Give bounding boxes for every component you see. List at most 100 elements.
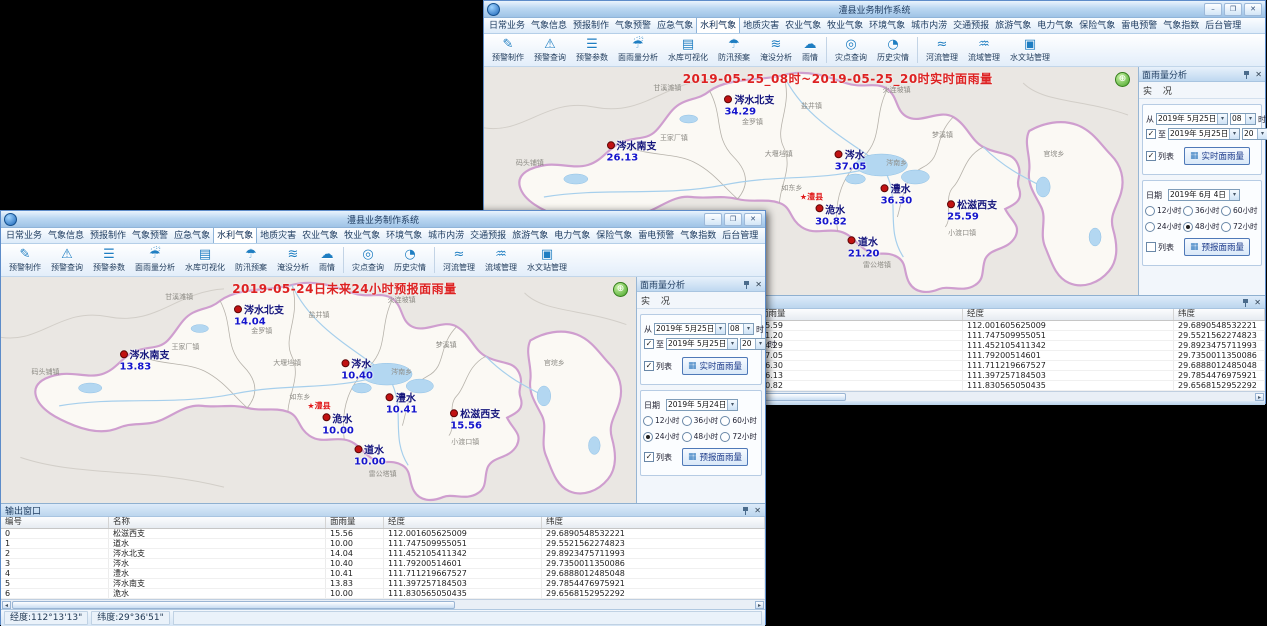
warning-query-button[interactable]: ⚠预警查询 [46, 247, 88, 273]
list-checkbox[interactable]: ✓ [644, 361, 654, 371]
list-checkbox[interactable]: ✓ [644, 452, 654, 462]
column-header[interactable]: 名称 [109, 517, 326, 528]
chevron-down-icon[interactable]: ▾ [727, 400, 737, 410]
table-row[interactable]: 3涔水10.40111.7920051460129.7350011350086 [1, 559, 765, 569]
duration-radio-0[interactable]: 12小时 [1145, 205, 1183, 216]
list-checkbox[interactable] [1146, 242, 1156, 252]
title-bar[interactable]: 澧县业务制作系统 – ❐ ✕ [1, 211, 765, 228]
panel-header[interactable]: 面雨量分析 ✕ [1139, 67, 1265, 82]
disaster-point-query-button[interactable]: ◎灾点查询 [830, 37, 872, 63]
warning-params-button[interactable]: ☰预警参数 [88, 247, 130, 273]
to-hour-combo[interactable]: 20▾ [740, 338, 766, 350]
duration-radio-0[interactable]: 12小时 [643, 415, 682, 426]
hydro-station-manage-button[interactable]: ▣水文站管理 [1005, 37, 1055, 63]
forecast-date-combo[interactable]: 2019年 6月 4日▾ [1168, 189, 1240, 201]
duration-radio-2[interactable]: 60小时 [1221, 205, 1259, 216]
rain-info-button[interactable]: ☁雨情 [797, 37, 823, 63]
reservoir-visual-button[interactable]: ▤水库可视化 [663, 37, 713, 63]
menu-tab-5[interactable]: 水利气象 [213, 228, 257, 243]
duration-radio-5[interactable]: 72小时 [1221, 221, 1259, 232]
warning-query-button[interactable]: ⚠预警查询 [529, 37, 571, 63]
chevron-down-icon[interactable]: ▾ [1229, 129, 1239, 139]
menu-tab-12[interactable]: 旅游气象 [509, 228, 551, 243]
output-close-icon[interactable]: ✕ [1254, 298, 1261, 307]
column-header[interactable]: 面雨量 [326, 517, 384, 528]
menu-tab-7[interactable]: 农业气象 [782, 18, 824, 33]
to-hour-combo[interactable]: 20▾ [1242, 128, 1267, 140]
realtime-rainfall-button[interactable]: ▦实时面雨量 [1184, 147, 1250, 165]
chevron-down-icon[interactable]: ▾ [1257, 129, 1267, 139]
warning-create-button[interactable]: ✎预警制作 [4, 247, 46, 273]
realtime-rainfall-button[interactable]: ▦实时面雨量 [682, 357, 748, 375]
map-canvas[interactable]: 2019-05-24日未来24小时预报面雨量 ⊕ 甘溪滩镇码头铺镇王家厂镇金罗镇… [1, 277, 637, 503]
pin-icon[interactable] [1242, 298, 1250, 307]
column-header[interactable]: 经度 [384, 517, 542, 528]
menu-tab-3[interactable]: 气象预警 [129, 228, 171, 243]
panel-close-icon[interactable]: ✕ [1255, 70, 1262, 79]
map-zoom-button[interactable]: ⊕ [613, 282, 628, 297]
menu-tab-8[interactable]: 牧业气象 [824, 18, 866, 33]
menu-tab-4[interactable]: 应急气象 [654, 18, 696, 33]
forecast-date-combo[interactable]: 2019年 5月24日▾ [666, 399, 738, 411]
menu-tab-2[interactable]: 预报制作 [87, 228, 129, 243]
menu-tab-17[interactable]: 后台管理 [1202, 18, 1244, 33]
river-manage-button[interactable]: ≈河流管理 [921, 37, 963, 63]
menu-tab-6[interactable]: 地质灾害 [257, 228, 299, 243]
menu-tab-15[interactable]: 雷电预警 [635, 228, 677, 243]
reservoir-visual-button[interactable]: ▤水库可视化 [180, 247, 230, 273]
table-row[interactable]: 0松滋西支15.56112.00160562500929.68905485322… [1, 529, 765, 539]
flood-plan-button[interactable]: ☂防汛预案 [230, 247, 272, 273]
from-date-combo[interactable]: 2019年 5月25日▾ [654, 323, 726, 335]
menu-tab-0[interactable]: 日常业务 [3, 228, 45, 243]
menu-tab-5[interactable]: 水利气象 [696, 18, 740, 33]
column-header[interactable]: 纬度 [542, 517, 765, 528]
disaster-point-query-button[interactable]: ◎灾点查询 [347, 247, 389, 273]
pin-icon[interactable] [743, 280, 751, 289]
warning-params-button[interactable]: ☰预警参数 [571, 37, 613, 63]
chevron-down-icon[interactable]: ▾ [727, 339, 737, 349]
menu-tab-17[interactable]: 后台管理 [719, 228, 761, 243]
panel-header[interactable]: 面雨量分析 ✕ [637, 277, 765, 292]
menu-tab-8[interactable]: 牧业气象 [341, 228, 383, 243]
pin-icon[interactable] [742, 506, 750, 515]
menu-tab-2[interactable]: 预报制作 [570, 18, 612, 33]
scroll-right-icon[interactable]: ▸ [1255, 393, 1264, 401]
close-button[interactable]: ✕ [744, 213, 762, 226]
forecast-rainfall-button[interactable]: ▦预报面雨量 [1184, 238, 1250, 256]
menu-tab-7[interactable]: 农业气象 [299, 228, 341, 243]
area-rainfall-analysis-button[interactable]: ☔面雨量分析 [130, 247, 180, 273]
output-header[interactable]: 输出窗口 ✕ [1, 504, 765, 517]
duration-radio-3[interactable]: 24小时 [643, 431, 682, 442]
duration-radio-2[interactable]: 60小时 [720, 415, 759, 426]
warning-create-button[interactable]: ✎预警制作 [487, 37, 529, 63]
river-manage-button[interactable]: ≈河流管理 [438, 247, 480, 273]
chevron-down-icon[interactable]: ▾ [1217, 114, 1227, 124]
column-header[interactable]: 经度 [963, 309, 1174, 320]
table-row[interactable]: 2涔水北支14.04111.45210541134229.89234757119… [1, 549, 765, 559]
flood-plan-button[interactable]: ☂防汛预案 [713, 37, 755, 63]
panel-close-icon[interactable]: ✕ [755, 280, 762, 289]
duration-radio-5[interactable]: 72小时 [720, 431, 759, 442]
menu-tab-12[interactable]: 旅游气象 [992, 18, 1034, 33]
to-checkbox[interactable]: ✓ [1146, 129, 1156, 139]
table-row[interactable]: 5涔水南支13.83111.39725718450329.78544769759… [1, 579, 765, 589]
table-row[interactable]: 1道水10.00111.74750995505129.5521562274823 [1, 539, 765, 549]
from-date-combo[interactable]: 2019年 5月25日▾ [1156, 113, 1228, 125]
menu-tab-9[interactable]: 环境气象 [866, 18, 908, 33]
output-close-icon[interactable]: ✕ [754, 506, 761, 515]
maximize-button[interactable]: ❐ [1224, 3, 1242, 16]
menu-tab-13[interactable]: 电力气象 [551, 228, 593, 243]
to-checkbox[interactable]: ✓ [644, 339, 654, 349]
minimize-button[interactable]: – [704, 213, 722, 226]
menu-tab-3[interactable]: 气象预警 [612, 18, 654, 33]
menu-tab-1[interactable]: 气象信息 [45, 228, 87, 243]
close-button[interactable]: ✕ [1244, 3, 1262, 16]
horizontal-scrollbar[interactable]: ◂ ▸ [1, 599, 765, 609]
menu-tab-6[interactable]: 地质灾害 [740, 18, 782, 33]
inundation-analysis-button[interactable]: ≋淹没分析 [272, 247, 314, 273]
column-header[interactable]: 编号 [1, 517, 109, 528]
maximize-button[interactable]: ❐ [724, 213, 742, 226]
duration-radio-1[interactable]: 36小时 [682, 415, 721, 426]
menu-tab-0[interactable]: 日常业务 [486, 18, 528, 33]
scroll-left-icon[interactable]: ◂ [2, 601, 11, 609]
